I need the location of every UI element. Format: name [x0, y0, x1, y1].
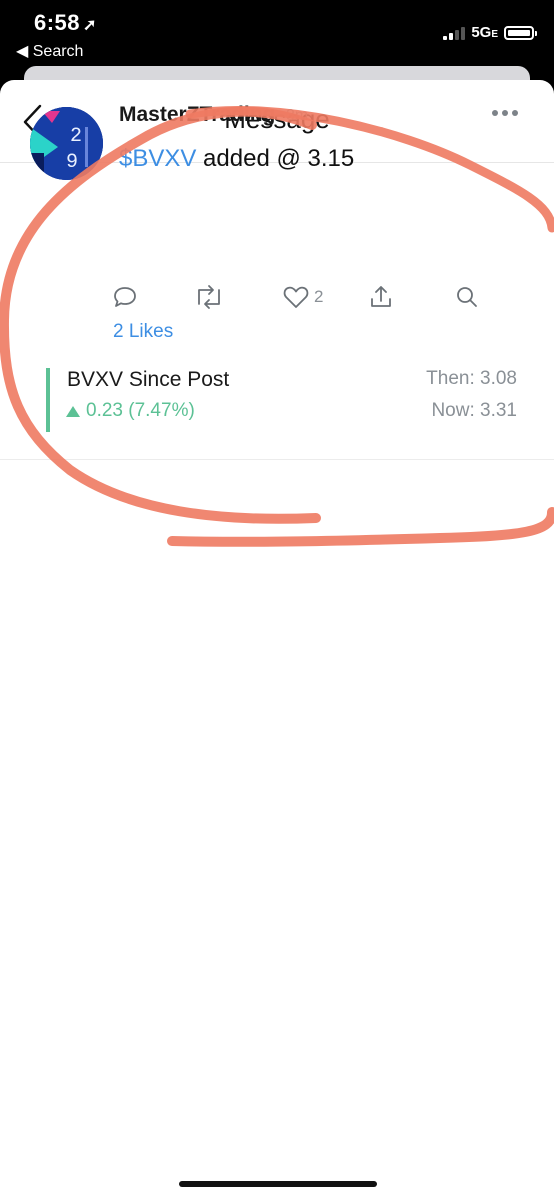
reply-button[interactable] — [112, 284, 138, 310]
search-icon — [457, 287, 477, 307]
like-count: 2 — [314, 287, 324, 306]
svg-text:2: 2 — [70, 125, 82, 148]
more-dot-icon — [492, 110, 498, 116]
network-label: 5GE — [471, 24, 498, 41]
avatar[interactable]: 2 9 — [30, 107, 103, 180]
cashtag-link[interactable]: $BVXV — [119, 145, 196, 172]
message-body: $BVXV added @ 3.15 — [119, 145, 354, 173]
username[interactable]: MasterZTrading — [119, 103, 275, 127]
signal-icon — [443, 26, 466, 40]
since-post-card[interactable]: BVXV Since Post 0.23 (7.47%) Then: 3.08 … — [46, 368, 520, 432]
likes-link[interactable]: 2 Likes — [113, 321, 173, 343]
status-time: 6:58 ➚ — [34, 10, 97, 36]
like-button[interactable]: 2 — [282, 284, 323, 310]
search-button[interactable] — [454, 284, 480, 310]
since-post-title: BVXV Since Post — [67, 368, 230, 391]
time-ago: 3m — [286, 107, 309, 124]
heart-icon — [283, 286, 309, 308]
share-button[interactable] — [368, 284, 394, 310]
status-bar: 6:58 ➚ ◀ Search 5GE — [0, 0, 554, 66]
back-to-search-link[interactable]: ◀ Search — [16, 41, 83, 61]
post-divider — [0, 459, 554, 460]
location-icon: ➚ — [83, 17, 97, 34]
time-label: 6:58 — [34, 10, 81, 35]
home-indicator[interactable] — [179, 1181, 377, 1187]
up-arrow-icon — [66, 405, 80, 417]
now-price: Now: 3.31 — [431, 400, 517, 421]
repost-icon — [198, 285, 220, 309]
action-bar: 2 — [0, 284, 554, 314]
message-sheet: Message — [0, 80, 554, 1200]
message-text: added @ 3.15 — [196, 145, 355, 172]
share-icon — [371, 286, 391, 307]
battery-icon — [504, 25, 537, 40]
price-change-value: 0.23 (7.47%) — [86, 400, 195, 421]
more-options-button[interactable] — [492, 110, 518, 116]
status-indicators: 5GE — [443, 24, 537, 41]
more-dot-icon — [502, 110, 508, 116]
svg-text:9: 9 — [66, 151, 78, 174]
price-change: 0.23 (7.47%) — [66, 400, 195, 422]
reshare-button[interactable] — [193, 284, 225, 310]
comment-icon — [114, 287, 136, 307]
then-price: Then: 3.08 — [426, 368, 517, 389]
more-dot-icon — [512, 110, 518, 116]
